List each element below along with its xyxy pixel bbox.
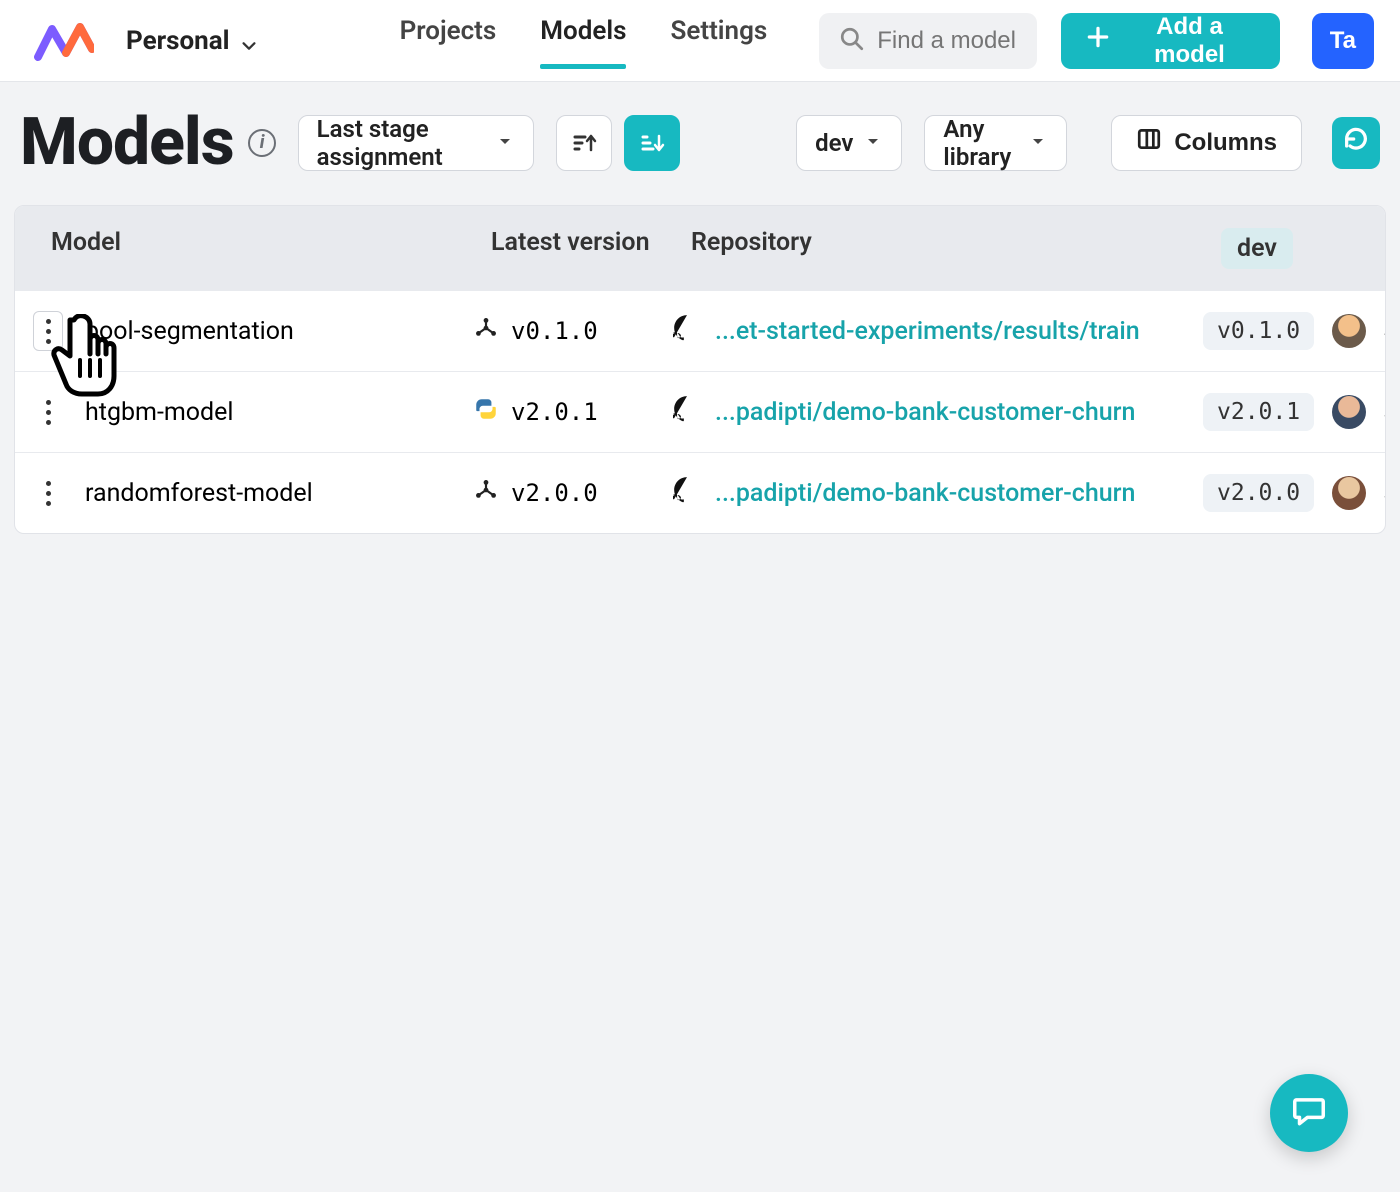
page-title: Models i bbox=[20, 104, 276, 181]
repo-link[interactable]: ...padipti/demo-bank-customer-churn bbox=[715, 398, 1135, 427]
search-box[interactable] bbox=[819, 13, 1037, 69]
avatar bbox=[1332, 395, 1366, 429]
library-filter-dropdown[interactable]: Any library bbox=[924, 115, 1067, 171]
model-name: htgbm-model bbox=[85, 398, 233, 427]
chevron-down-icon bbox=[240, 32, 258, 50]
repo-link[interactable]: ...et-started-experiments/results/train bbox=[715, 317, 1140, 346]
model-name: pool-segmentation bbox=[85, 317, 294, 346]
th-model[interactable]: Model bbox=[51, 228, 491, 269]
th-repo[interactable]: Repository bbox=[691, 228, 1221, 269]
model-name: randomforest-model bbox=[85, 479, 313, 508]
info-icon[interactable]: i bbox=[248, 129, 276, 157]
dev-version-badge: v0.1.0 bbox=[1203, 312, 1314, 350]
stage-filter-dropdown[interactable]: dev bbox=[796, 115, 902, 171]
avatar bbox=[1332, 314, 1366, 348]
dev-timestamp: Jun 1st bbox=[1384, 398, 1386, 426]
chat-icon bbox=[1290, 1092, 1328, 1134]
table-row[interactable]: randomforest-model v2.0.0 ...padipti/dem… bbox=[15, 452, 1385, 533]
header-right-button[interactable]: Ta bbox=[1312, 13, 1374, 69]
github-icon bbox=[673, 395, 701, 430]
nav-settings[interactable]: Settings bbox=[670, 16, 767, 66]
sort-desc-button[interactable] bbox=[624, 115, 680, 171]
columns-button[interactable]: Columns bbox=[1111, 115, 1302, 171]
refresh-icon bbox=[1342, 125, 1370, 160]
row-menu-button[interactable] bbox=[33, 392, 63, 432]
github-icon bbox=[673, 314, 701, 349]
dev-timestamp: 4d ago bbox=[1384, 317, 1386, 345]
sort-field-dropdown[interactable]: Last stage assignment bbox=[298, 115, 535, 171]
caret-down-icon bbox=[863, 129, 883, 157]
table-row[interactable]: pool-segmentation v0.1.0 ...et-started-e… bbox=[15, 291, 1385, 371]
sort-asc-button[interactable] bbox=[556, 115, 612, 171]
nav-projects[interactable]: Projects bbox=[400, 16, 497, 66]
nav-models[interactable]: Models bbox=[540, 16, 626, 66]
graph-icon bbox=[473, 315, 499, 347]
plus-icon bbox=[1085, 24, 1111, 57]
chat-fab[interactable] bbox=[1270, 1074, 1348, 1152]
models-table: Model Latest version Repository dev pool… bbox=[14, 205, 1386, 534]
add-model-button[interactable]: Add a model bbox=[1061, 13, 1280, 69]
github-icon bbox=[673, 476, 701, 511]
avatar bbox=[1332, 476, 1366, 510]
python-icon bbox=[473, 396, 499, 428]
repo-link[interactable]: ...padipti/demo-bank-customer-churn bbox=[715, 479, 1135, 508]
latest-version: v2.0.1 bbox=[511, 398, 598, 426]
dev-timestamp: Jul 22 bbox=[1384, 479, 1386, 507]
top-navbar: Personal Projects Models Settings Add a … bbox=[0, 0, 1400, 82]
row-menu-button[interactable] bbox=[33, 311, 63, 351]
search-input[interactable] bbox=[877, 27, 1017, 55]
latest-version: v0.1.0 bbox=[511, 317, 598, 345]
sort-direction-group bbox=[556, 115, 680, 171]
dev-version-badge: v2.0.1 bbox=[1203, 393, 1314, 431]
latest-version: v2.0.0 bbox=[511, 479, 598, 507]
workspace-name: Personal bbox=[126, 26, 230, 56]
add-model-label: Add a model bbox=[1123, 13, 1256, 69]
dev-version-badge: v2.0.0 bbox=[1203, 474, 1314, 512]
workspace-switcher[interactable]: Personal bbox=[118, 20, 266, 62]
graph-icon bbox=[473, 477, 499, 509]
table-header: Model Latest version Repository dev bbox=[15, 206, 1385, 291]
search-icon bbox=[839, 26, 865, 56]
row-menu-button[interactable] bbox=[33, 473, 63, 513]
models-toolbar: Models i Last stage assignment bbox=[0, 82, 1400, 205]
columns-icon bbox=[1136, 126, 1162, 159]
th-latest[interactable]: Latest version bbox=[491, 228, 691, 269]
primary-nav: Projects Models Settings bbox=[400, 16, 768, 66]
caret-down-icon bbox=[495, 129, 515, 157]
th-dev[interactable]: dev bbox=[1221, 228, 1293, 269]
app-logo bbox=[34, 19, 94, 63]
caret-down-icon bbox=[1028, 129, 1048, 157]
refresh-button[interactable] bbox=[1332, 117, 1380, 169]
table-row[interactable]: htgbm-model v2.0.1 ...padipti/demo-bank-… bbox=[15, 371, 1385, 452]
